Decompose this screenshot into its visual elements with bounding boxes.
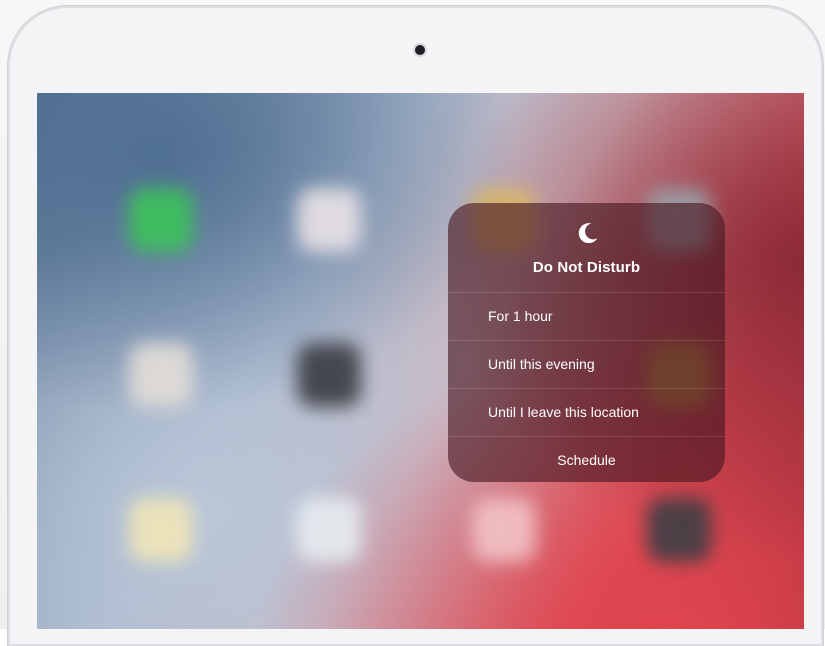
facetime-app-icon[interactable] [129, 188, 193, 252]
news-app-icon[interactable] [472, 498, 536, 562]
dnd-option-until-leave-location[interactable]: Until I leave this location [448, 389, 725, 437]
notes-app-icon[interactable] [129, 498, 193, 562]
do-not-disturb-menu: Do Not Disturb For 1 hour Until this eve… [448, 203, 725, 482]
reminders-app-icon[interactable] [297, 498, 361, 562]
front-camera [415, 45, 425, 55]
dnd-schedule-label: Schedule [557, 452, 616, 468]
dnd-option-label: Until this evening [488, 356, 595, 372]
dnd-schedule-button[interactable]: Schedule [448, 437, 725, 482]
contacts-app-icon[interactable] [129, 343, 193, 407]
stocks-app-icon[interactable] [647, 498, 711, 562]
dnd-option-label: For 1 hour [488, 308, 553, 324]
dnd-title: Do Not Disturb [532, 259, 641, 276]
ipad-device: Do Not Disturb For 1 hour Until this eve… [0, 0, 825, 646]
moon-icon [578, 223, 598, 244]
home-screen: Do Not Disturb For 1 hour Until this eve… [37, 93, 804, 629]
dnd-option-until-evening[interactable]: Until this evening [448, 341, 725, 389]
clock-app-icon[interactable] [297, 343, 361, 407]
dnd-option-for-1-hour[interactable]: For 1 hour [448, 293, 725, 341]
dnd-header[interactable]: Do Not Disturb [448, 203, 725, 293]
calendar-app-icon[interactable] [297, 188, 361, 252]
dnd-option-label: Until I leave this location [488, 404, 639, 420]
